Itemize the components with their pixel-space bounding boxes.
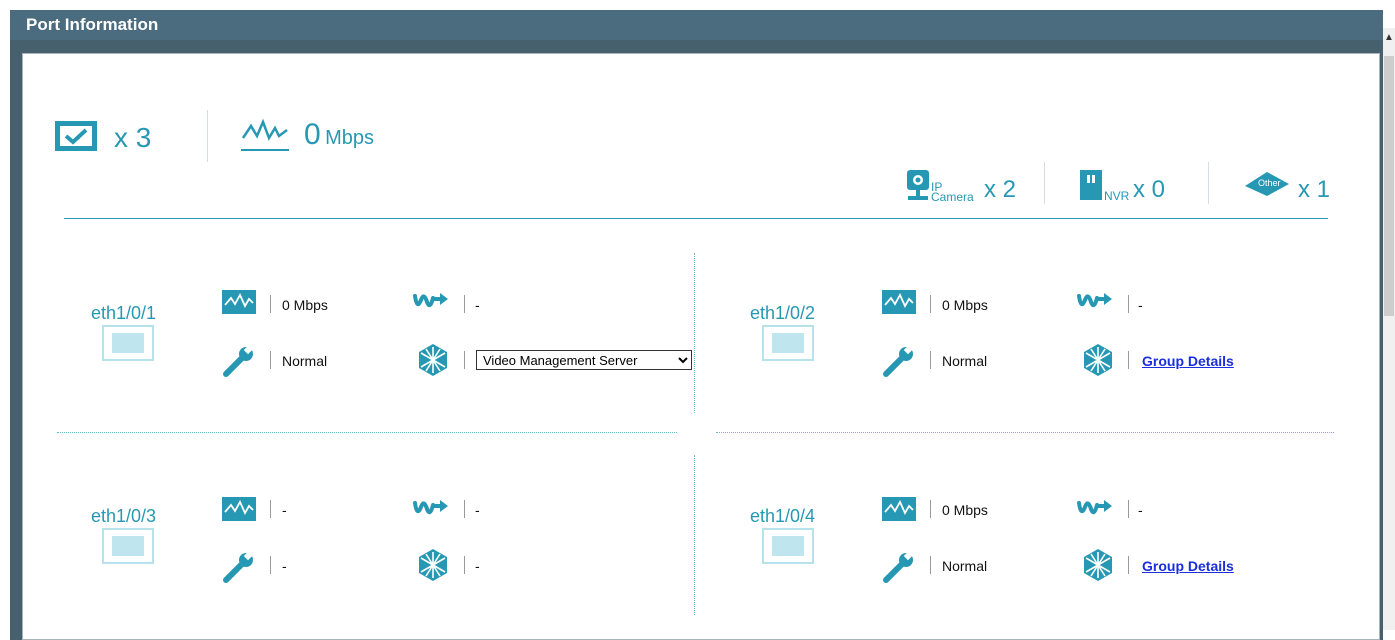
port-name: eth1/0/2 [750,303,816,323]
summary-divider [207,110,208,162]
device-divider-2 [1208,162,1209,204]
group-icon [418,548,448,582]
field-divider [464,556,465,574]
field-divider [464,295,465,313]
port-status: Normal [942,353,988,369]
poe-icon [1077,498,1114,515]
ip-camera-label: IP Camera [931,181,974,204]
other-count: x 1 [1298,176,1331,203]
field-divider [930,500,931,518]
port-poe: - [1138,297,1143,313]
port-poe: - [475,297,480,313]
traffic-icon [222,290,257,315]
port-grid-vdivider-top [694,253,695,413]
linked-ports-count: x 3 [114,122,152,153]
port-name: eth1/0/3 [91,506,157,526]
field-divider [1128,500,1129,518]
ip-camera-count: x 2 [984,176,1017,203]
traffic-icon [882,497,917,522]
field-divider [930,556,931,574]
device-divider [1044,162,1045,204]
field-divider [1128,295,1129,313]
wrench-icon [882,346,918,378]
port-grid-hdivider-right [716,432,1334,433]
field-divider [270,500,271,518]
ethernet-port-icon [102,528,154,564]
port-traffic: - [282,502,287,518]
port-traffic: 0 Mbps [942,502,988,518]
port-grid-hdivider-left [57,432,677,433]
summary-separator [64,218,1328,219]
traffic-icon [222,497,257,522]
nvr-label: NVR [1104,189,1130,203]
panel-titlebar: Port Information [10,10,1383,40]
throughput-icon [241,118,289,151]
total-throughput: 0 Mbps [304,118,374,152]
group-icon [1083,548,1113,582]
port-group: - [475,558,480,574]
panel-title: Port Information [26,15,159,34]
scroll-up-icon[interactable]: ▲ [1383,32,1395,43]
port-traffic: 0 Mbps [942,297,988,313]
wrench-icon [222,346,258,378]
port-name: eth1/0/4 [750,506,816,526]
field-divider [1128,556,1129,574]
group-details-link[interactable]: Group Details [1142,558,1234,574]
field-divider [270,556,271,574]
ip-camera-label-bottom: Camera [931,190,974,204]
group-icon [1083,343,1113,377]
port-poe: - [475,502,480,518]
port-traffic: 0 Mbps [282,297,328,313]
throughput-value: 0 [304,118,321,151]
other-device-icon: Other [1245,172,1289,196]
port-status: Normal [282,353,328,369]
port-status: Normal [942,558,988,574]
field-divider [464,351,465,369]
field-divider [1128,351,1129,369]
poe-icon [1077,291,1114,308]
group-details-link[interactable]: Group Details [1142,353,1234,369]
nvr-icon [1080,170,1102,200]
nvr-count: x 0 [1133,176,1166,203]
poe-icon [413,291,450,308]
field-divider [270,295,271,313]
poe-icon [413,498,450,515]
port-poe: - [1138,502,1143,518]
wrench-icon [222,552,258,584]
group-icon [418,343,448,377]
field-divider [930,295,931,313]
ethernet-port-icon [762,325,814,361]
traffic-icon [882,290,917,315]
other-icon-text: Other [1258,178,1281,188]
throughput-unit: Mbps [325,127,375,149]
field-divider [270,351,271,369]
ethernet-port-icon [762,528,814,564]
scrollbar-thumb[interactable] [1384,56,1394,316]
port-name: eth1/0/1 [91,303,157,323]
wrench-icon [882,552,918,584]
linked-ports-icon [55,121,97,151]
panel-frame [10,40,1383,640]
ip-camera-icon [907,170,929,200]
group-select[interactable]: Video Management Server [476,350,692,370]
port-status: - [282,558,287,574]
field-divider [464,500,465,518]
port-grid-vdivider-bottom [694,455,695,615]
vertical-scrollbar[interactable]: ▲ [1383,28,1395,630]
ethernet-port-icon [102,325,154,361]
field-divider [930,351,931,369]
